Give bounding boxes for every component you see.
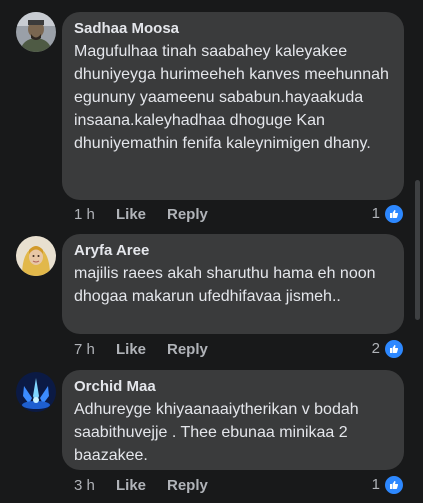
reply-button[interactable]: Reply <box>167 339 208 361</box>
reaction-count: 1 <box>371 476 380 493</box>
avatar-woman-photo-icon <box>16 236 56 276</box>
comment-bubble[interactable]: Sadhaa Moosa Magufulhaa tinah saabahey k… <box>62 12 404 200</box>
comment-time[interactable]: 1 h <box>74 204 95 226</box>
reaction-count: 2 <box>371 340 380 357</box>
avatar[interactable] <box>16 372 56 412</box>
like-button[interactable]: Like <box>116 204 146 226</box>
comment-text: Magufulhaa tinah saabahey kaleyakee dhun… <box>74 43 389 152</box>
like-icon <box>383 203 405 225</box>
reaction-summary[interactable]: 1 <box>372 474 405 496</box>
comment-author[interactable]: Aryfa Aree <box>74 241 392 261</box>
comment-text: Adhureyge khiyaanaaiytherikan v bodah sa… <box>74 401 359 464</box>
comment-author[interactable]: Sadhaa Moosa <box>74 19 392 39</box>
like-button[interactable]: Like <box>116 339 146 361</box>
reaction-summary[interactable]: 2 <box>372 338 405 360</box>
avatar-man-photo-icon <box>16 12 56 52</box>
comment-bubble[interactable]: Orchid Maa Adhureyge khiyaanaaiytherikan… <box>62 370 404 470</box>
avatar-blue-decorative-icon <box>16 372 56 412</box>
avatar[interactable] <box>16 236 56 276</box>
comment-text: majilis raees akah sharuthu hama eh noon… <box>74 265 376 305</box>
comment-time[interactable]: 3 h <box>74 475 95 497</box>
comment-author[interactable]: Orchid Maa <box>74 377 392 397</box>
scrollbar[interactable] <box>415 180 420 320</box>
avatar[interactable] <box>16 12 56 52</box>
comment-time[interactable]: 7 h <box>74 339 95 361</box>
comment-bubble[interactable]: Aryfa Aree majilis raees akah sharuthu h… <box>62 234 404 334</box>
reply-button[interactable]: Reply <box>167 204 208 226</box>
like-icon <box>383 474 405 496</box>
like-button[interactable]: Like <box>116 475 146 497</box>
like-icon <box>383 338 405 360</box>
reaction-count: 1 <box>371 205 380 222</box>
reaction-summary[interactable]: 1 <box>372 203 405 225</box>
reply-button[interactable]: Reply <box>167 475 208 497</box>
